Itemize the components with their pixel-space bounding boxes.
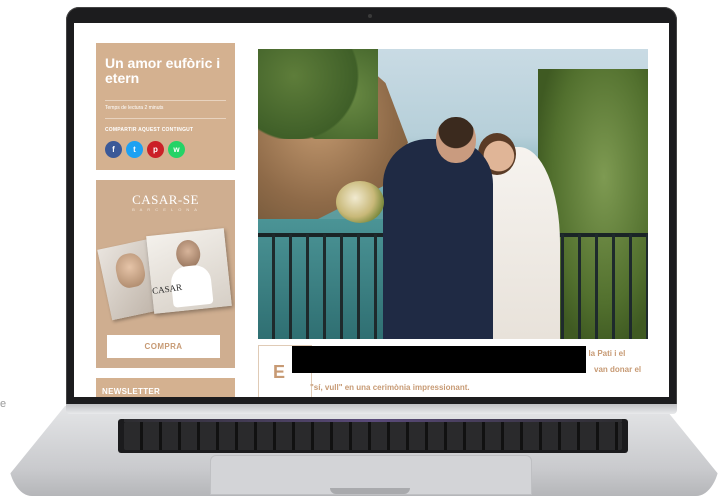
pinterest-icon: p bbox=[153, 145, 158, 154]
article-title: Un amor eufòric i etern bbox=[105, 55, 221, 86]
article-text-line: "sí, vull" en una cerimònia impressionan… bbox=[310, 383, 470, 392]
redaction-bar bbox=[292, 346, 586, 373]
camera-dot bbox=[368, 14, 372, 18]
whatsapp-share-button[interactable]: w bbox=[168, 141, 185, 158]
facebook-icon: f bbox=[112, 145, 115, 154]
whatsapp-icon: w bbox=[173, 145, 180, 154]
facebook-share-button[interactable]: f bbox=[105, 141, 122, 158]
lid-notch bbox=[330, 488, 410, 494]
laptop-screen: Un amor eufòric i etern Temps de lectura… bbox=[74, 23, 669, 397]
reading-time: Temps de lectura 2 minuts bbox=[105, 105, 164, 111]
buy-button[interactable]: COMPRA bbox=[107, 335, 220, 358]
magazine-logo: CASAR-SE bbox=[132, 192, 199, 207]
newsletter-label: NEWSLETTER bbox=[102, 387, 161, 396]
article-info-card: Un amor eufòric i etern Temps de lectura… bbox=[96, 43, 235, 170]
laptop-lid: Un amor eufòric i etern Temps de lectura… bbox=[66, 7, 677, 409]
divider bbox=[105, 100, 226, 101]
article-text-line: van donar el bbox=[594, 365, 642, 374]
edge-text: e bbox=[0, 398, 7, 410]
wedding-photo bbox=[258, 49, 648, 339]
magazine-cover bbox=[146, 228, 232, 314]
dropcap: E bbox=[273, 362, 286, 382]
magazine-promo-card: CASAR-SE B A R C E L O N A CASAR COMPRA bbox=[96, 180, 235, 368]
article-text-line: , la Pati i el bbox=[584, 349, 626, 358]
keyboard bbox=[118, 419, 628, 453]
share-buttons: f t p w bbox=[105, 141, 185, 158]
twitter-icon: t bbox=[133, 145, 136, 154]
laptop-hinge bbox=[66, 404, 677, 414]
magazine-subtitle: B A R C E L O N A bbox=[132, 207, 199, 212]
divider bbox=[105, 118, 226, 119]
magazine-image bbox=[97, 220, 232, 321]
keys bbox=[124, 422, 622, 450]
share-label: COMPARTIR AQUEST CONTINGUT bbox=[105, 127, 194, 133]
twitter-share-button[interactable]: t bbox=[126, 141, 143, 158]
pinterest-share-button[interactable]: p bbox=[147, 141, 164, 158]
newsletter-card: NEWSLETTER bbox=[96, 378, 235, 397]
